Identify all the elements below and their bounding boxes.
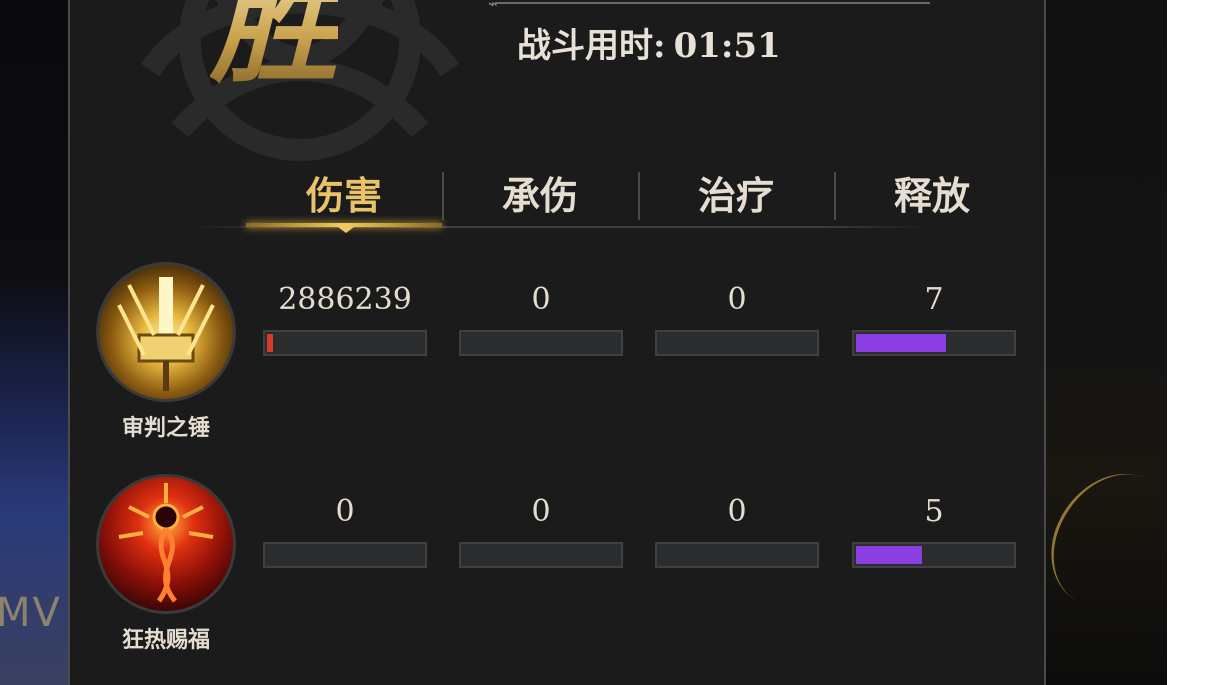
damage-taken-bar <box>459 330 623 356</box>
battle-time-label: 战斗用时: <box>517 26 666 66</box>
flame-sun-icon[interactable] <box>96 474 236 614</box>
damage-bar <box>263 330 427 356</box>
damage-taken-stat: 0 <box>459 280 623 356</box>
tab-damage[interactable]: 伤害 <box>246 170 442 222</box>
casts-bar <box>852 330 1016 356</box>
healing-bar <box>655 330 819 356</box>
damage-value: 0 <box>335 494 355 529</box>
hero-row: 狂热赐福 0 0 0 5 <box>70 474 1048 674</box>
healing-value: 0 <box>727 494 747 529</box>
damage-stat: 2886239 <box>263 280 427 356</box>
tab-damage-taken[interactable]: 承伤 <box>442 170 638 222</box>
damage-taken-value: 0 <box>531 494 551 529</box>
casts-bar-fill <box>856 334 947 352</box>
healing-value: 0 <box>727 282 747 317</box>
healing-stat: 0 <box>655 280 819 356</box>
casts-stat: 5 <box>852 492 1016 568</box>
victory-title: 胜 <box>210 0 338 90</box>
tab-healing[interactable]: 治疗 <box>638 170 834 222</box>
background-right <box>1031 0 1194 685</box>
casts-bar <box>852 542 1016 568</box>
active-tab-pointer <box>338 227 354 233</box>
damage-taken-value: 0 <box>531 282 551 317</box>
damage-value: 2886239 <box>278 282 412 317</box>
hammer-icon[interactable] <box>96 262 236 402</box>
damage-taken-bar <box>459 542 623 568</box>
casts-value: 5 <box>924 494 944 529</box>
battle-time: 战斗用时: 01:51 <box>517 18 781 67</box>
damage-bar <box>263 542 427 568</box>
background-decoration: MV <box>0 590 62 636</box>
casts-value: 7 <box>924 282 944 317</box>
hero-name: 审判之锤 <box>121 415 210 441</box>
tab-casts[interactable]: 释放 <box>834 170 1030 222</box>
hero-row: 审判之锤 2886239 0 0 7 <box>70 262 1048 462</box>
header-divider <box>495 2 930 4</box>
battle-time-value: 01:51 <box>673 26 781 66</box>
background-glow <box>1031 452 1194 628</box>
damage-bar-fill <box>267 334 274 352</box>
casts-bar-fill <box>856 546 922 564</box>
healing-stat: 0 <box>655 492 819 568</box>
damage-taken-stat: 0 <box>459 492 623 568</box>
stat-tabs: 伤害 承伤 治疗 释放 <box>246 170 1016 230</box>
background-left: MV <box>0 0 68 685</box>
healing-bar <box>655 542 819 568</box>
damage-stat: 0 <box>263 492 427 568</box>
hero-name: 狂热赐福 <box>121 627 210 653</box>
casts-stat: 7 <box>852 280 1016 356</box>
battle-stats-panel: 胜 ⌁ 战斗用时:01:51 伤害 承伤 治疗 释放 审判之锤 2886239 <box>68 0 1046 685</box>
